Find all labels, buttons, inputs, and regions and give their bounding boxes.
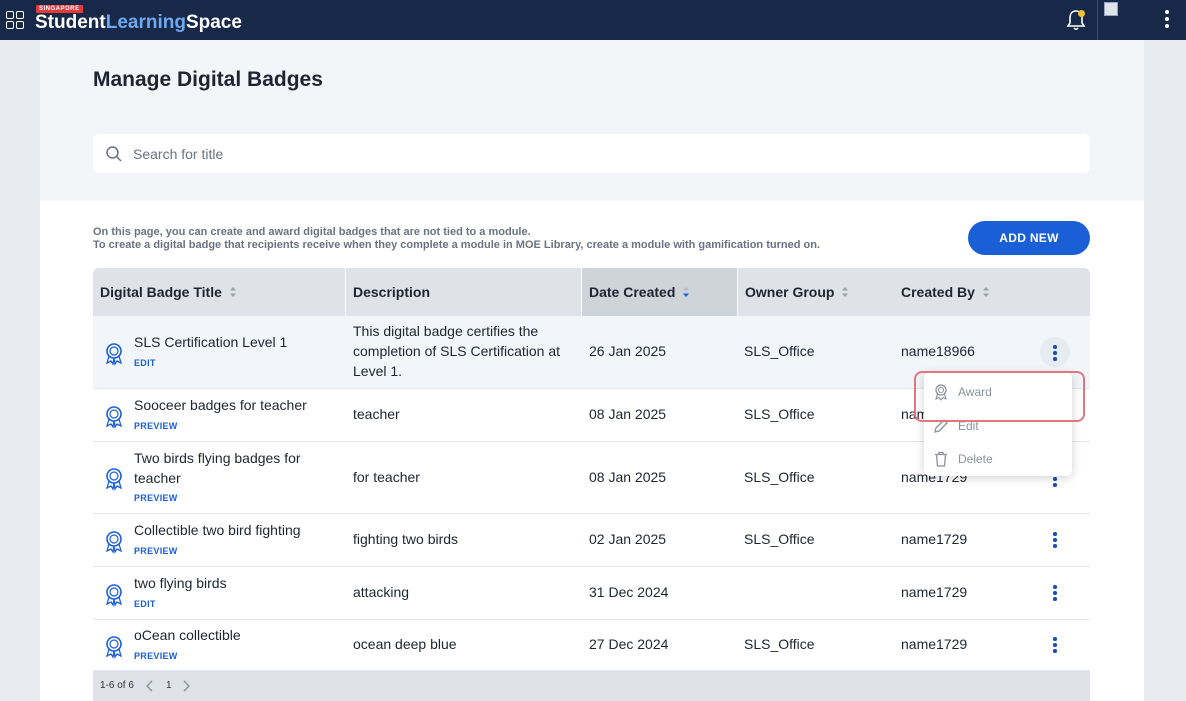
more-options-icon[interactable] — [1160, 10, 1174, 30]
table-row[interactable]: Collectible two bird fighting PREVIEW fi… — [93, 514, 1090, 567]
owner-group: SLS_Office — [744, 531, 815, 547]
search-icon — [106, 146, 122, 162]
sort-icon — [229, 287, 236, 297]
search-input[interactable] — [133, 134, 1073, 173]
pagination-summary: 1-6 of 6 — [100, 680, 134, 691]
notification-dot — [1078, 10, 1085, 17]
preview-link[interactable]: PREVIEW — [134, 493, 178, 503]
logo-word-student: Student — [35, 12, 106, 33]
badge-icon — [105, 531, 123, 554]
column-header-description: Description — [353, 284, 431, 300]
top-bar: SINGAPORE StudentLearningSpace — [0, 0, 1186, 40]
badge-icon — [105, 406, 123, 429]
owner-group: SLS_Office — [744, 406, 815, 422]
row-more-options-icon[interactable] — [1048, 585, 1062, 605]
topbar-divider — [1097, 0, 1098, 40]
info-line-2: To create a digital badge that recipient… — [93, 239, 820, 251]
date-created: 08 Jan 2025 — [589, 406, 667, 422]
created-by: name1729 — [901, 584, 968, 600]
edit-link[interactable]: EDIT — [134, 358, 156, 368]
sort-icon — [982, 287, 989, 297]
badge-description: for teacher — [353, 469, 420, 485]
table-row[interactable]: two flying birds EDIT attacking 31 Dec 2… — [93, 567, 1090, 620]
created-by: name1729 — [901, 636, 968, 652]
date-created: 26 Jan 2025 — [589, 343, 667, 359]
badges-table: Digital Badge Title Description Date Cre… — [93, 268, 1090, 316]
avatar[interactable] — [1104, 2, 1118, 16]
info-line-1: On this page, you can create and award d… — [93, 226, 531, 238]
badge-description: fighting two birds — [353, 531, 459, 547]
badge-description: attacking — [353, 584, 410, 600]
table-row[interactable]: oCean collectible PREVIEW ocean deep blu… — [93, 620, 1090, 671]
badge-icon — [105, 584, 123, 607]
badge-description: This digital badge certifies the complet… — [353, 323, 560, 379]
preview-link[interactable]: PREVIEW — [134, 421, 178, 431]
logo-word-learning: Learning — [105, 12, 186, 33]
logo-word-space: Space — [185, 12, 242, 33]
column-header-title[interactable]: Digital Badge Title — [93, 268, 345, 316]
badge-title: two flying birds — [134, 575, 227, 591]
add-new-button[interactable]: ADD NEW — [968, 221, 1090, 255]
sort-desc-icon — [683, 287, 690, 297]
badge-title: oCean collectible — [134, 627, 241, 643]
edit-link[interactable]: EDIT — [134, 599, 156, 609]
badge-icon — [105, 343, 123, 366]
table-footer: 1-6 of 6 1 — [93, 671, 1090, 701]
created-by: name1729 — [901, 531, 968, 547]
badge-title: Two birds flying badges for teacher — [134, 450, 301, 486]
chevron-left-icon[interactable] — [145, 679, 155, 693]
menu-label-delete: Delete — [958, 452, 993, 466]
row-more-options-icon[interactable] — [1048, 345, 1062, 365]
sort-icon — [842, 287, 849, 297]
pagination-page[interactable]: 1 — [166, 680, 172, 691]
date-created: 31 Dec 2024 — [589, 584, 669, 600]
date-created: 02 Jan 2025 — [589, 531, 667, 547]
preview-link[interactable]: PREVIEW — [134, 546, 178, 556]
info-text: On this page, you can create and award d… — [93, 226, 820, 252]
table-header: Digital Badge Title Description Date Cre… — [93, 268, 1090, 316]
row-more-options-icon[interactable] — [1048, 637, 1062, 657]
badge-description: ocean deep blue — [353, 636, 457, 652]
search-box[interactable] — [93, 134, 1090, 173]
column-header-created-by[interactable]: Created By — [894, 268, 1090, 316]
owner-group: SLS_Office — [744, 469, 815, 485]
badge-icon — [105, 636, 123, 659]
page-title: Manage Digital Badges — [93, 68, 323, 91]
badge-icon — [105, 468, 123, 491]
badge-title: Sooceer badges for teacher — [134, 397, 307, 413]
badge-title: SLS Certification Level 1 — [134, 334, 288, 350]
created-by: name18966 — [901, 343, 975, 359]
award-highlight-ring — [914, 371, 1085, 422]
column-header-owner-group[interactable]: Owner Group — [738, 268, 894, 316]
header-panel: Manage Digital Badges — [40, 40, 1144, 201]
preview-link[interactable]: PREVIEW — [134, 651, 178, 661]
column-header-date-created[interactable]: Date Created — [582, 268, 737, 316]
row-more-options-icon[interactable] — [1048, 532, 1062, 552]
apps-grid-icon[interactable] — [6, 11, 24, 29]
badge-description: teacher — [353, 406, 400, 422]
badge-title: Collectible two bird fighting — [134, 522, 301, 538]
owner-group: SLS_Office — [744, 636, 815, 652]
date-created: 27 Dec 2024 — [589, 636, 669, 652]
trash-icon — [935, 451, 947, 467]
menu-item-delete[interactable]: Delete — [924, 444, 1072, 474]
date-created: 08 Jan 2025 — [589, 469, 667, 485]
chevron-right-icon[interactable] — [181, 679, 191, 693]
owner-group: SLS_Office — [744, 343, 815, 359]
